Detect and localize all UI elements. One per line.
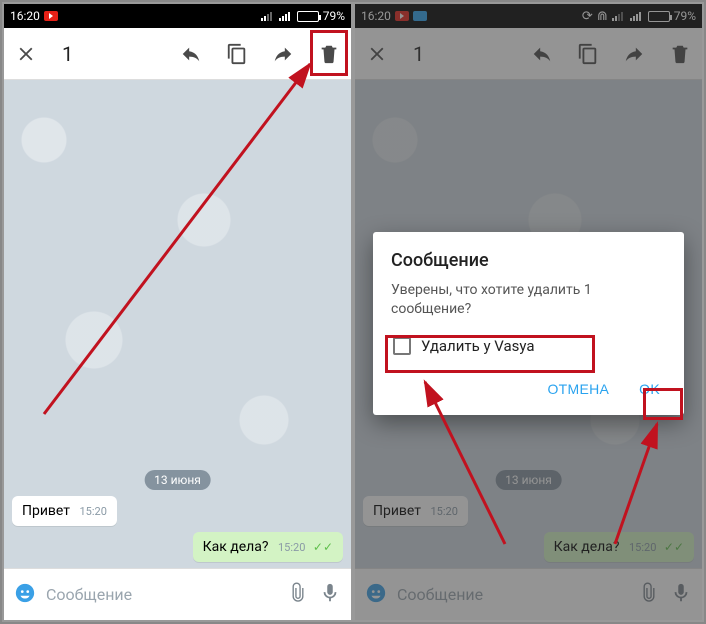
- signal-icon: [279, 11, 293, 21]
- annotation-box-checkbox: [385, 335, 595, 373]
- selection-action-bar: 1: [4, 28, 351, 80]
- sticker-icon[interactable]: [14, 582, 36, 608]
- forward-button[interactable]: [269, 40, 297, 68]
- cancel-button[interactable]: ОТМЕНА: [541, 373, 615, 405]
- status-bar: 16:20 79%: [4, 4, 351, 28]
- youtube-notification-icon: [44, 11, 58, 21]
- mic-icon[interactable]: [319, 582, 341, 608]
- composer: Сообщение: [4, 568, 351, 620]
- battery-percent: 79%: [323, 9, 345, 23]
- delete-confirmation-dialog: Сообщение Уверены, что хотите удалить 1 …: [373, 232, 684, 415]
- reply-button[interactable]: [177, 40, 205, 68]
- attach-icon[interactable]: [287, 582, 309, 608]
- signal-icon: [261, 11, 275, 21]
- chat-area[interactable]: 13 июня Привет 15:20 Как дела? 15:20 ✓✓: [4, 80, 351, 568]
- message-outgoing[interactable]: Как дела? 15:20 ✓✓: [193, 532, 343, 562]
- screenshot-right: 16:20 ⟳ ⋒ 79% 1 13: [355, 4, 702, 620]
- close-selection-button[interactable]: [12, 40, 40, 68]
- annotation-box-ok: [643, 388, 683, 420]
- copy-button[interactable]: [223, 40, 251, 68]
- message-incoming[interactable]: Привет 15:20: [12, 496, 117, 526]
- battery-icon: [297, 11, 319, 22]
- selected-count: 1: [62, 42, 73, 66]
- date-separator: 13 июня: [144, 470, 211, 490]
- annotation-box-delete: [310, 30, 348, 76]
- message-time: 15:20: [278, 541, 305, 554]
- message-text: Привет: [22, 503, 70, 519]
- dialog-body: Уверены, что хотите удалить 1 сообщение?: [391, 281, 666, 319]
- dialog-title: Сообщение: [391, 250, 666, 271]
- message-text: Как дела?: [203, 539, 269, 555]
- status-time: 16:20: [10, 9, 40, 23]
- read-ticks-icon: ✓✓: [313, 540, 333, 554]
- screenshot-left: 16:20 79% 1: [4, 4, 351, 620]
- message-input[interactable]: Сообщение: [46, 585, 277, 604]
- message-time: 15:20: [80, 505, 107, 518]
